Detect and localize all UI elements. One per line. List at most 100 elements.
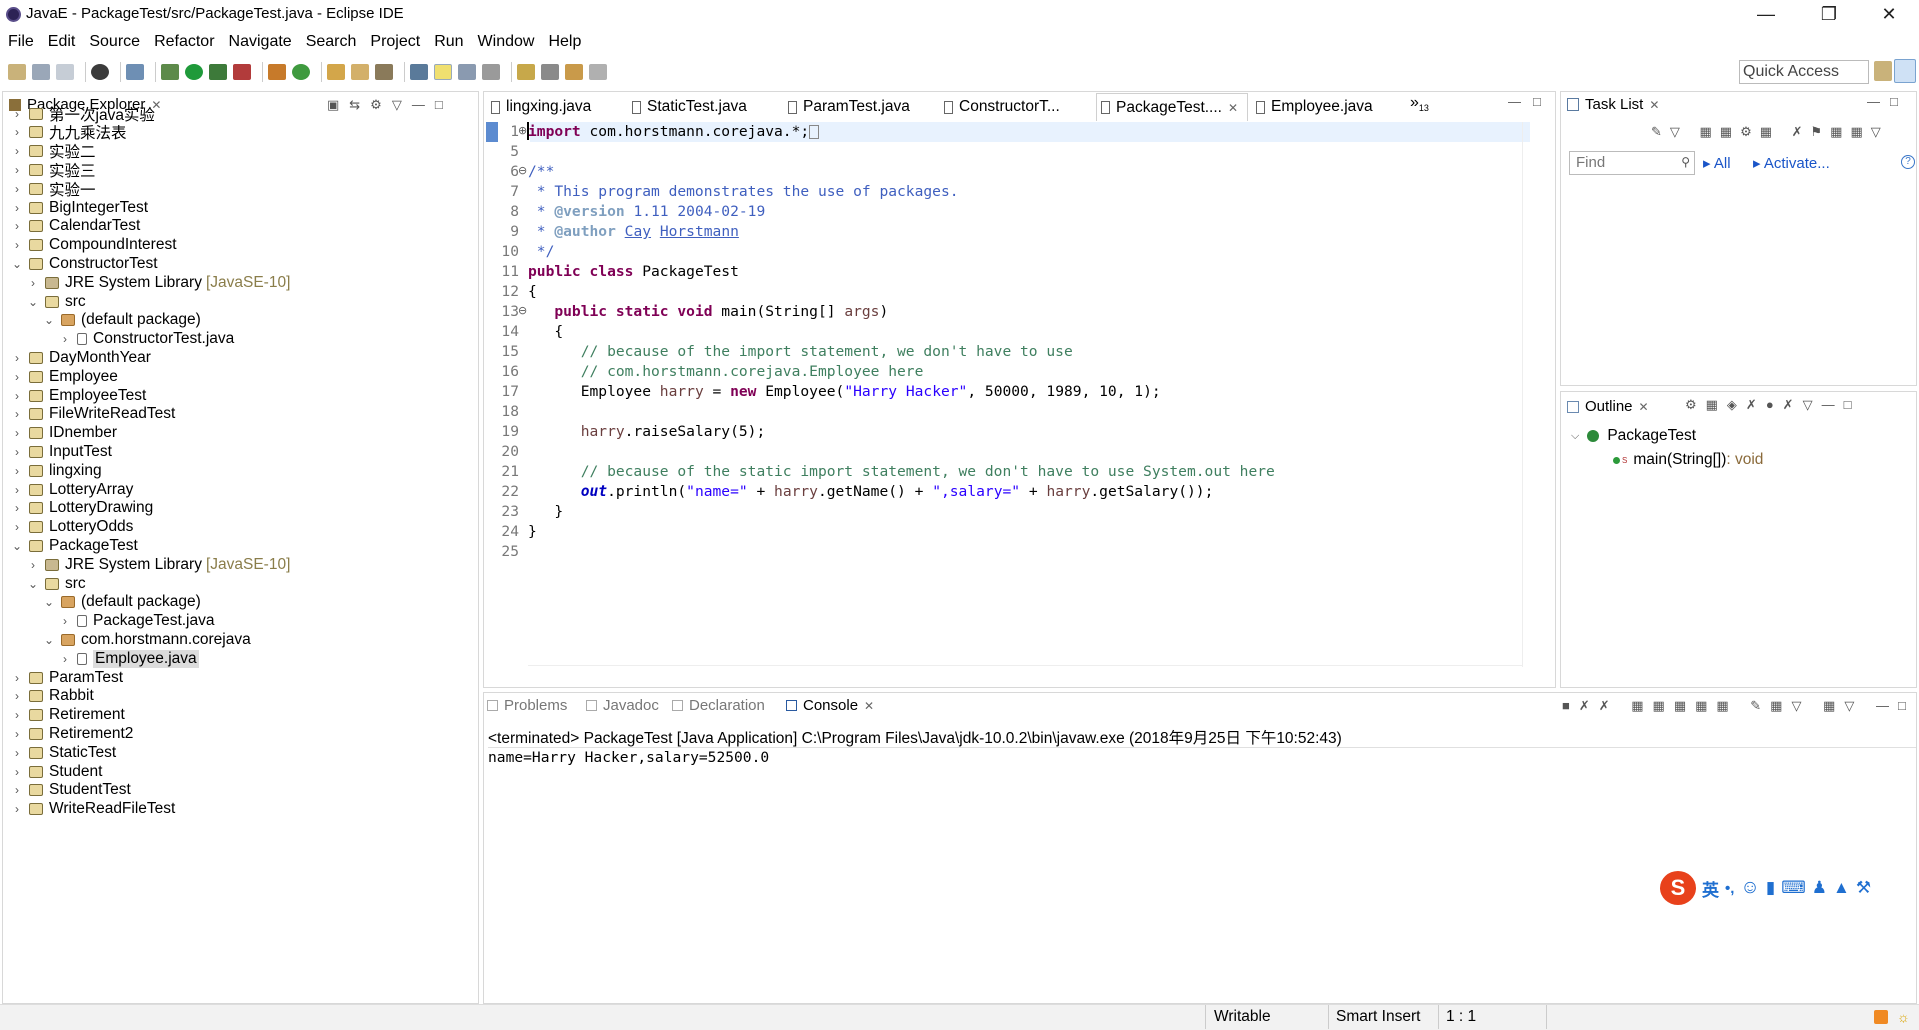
expand-arrow-icon[interactable]: › [11, 107, 23, 121]
editor-tab[interactable]: ParamTest.java [784, 93, 936, 121]
task-list-tab[interactable]: Task List ✕ [1567, 96, 1659, 113]
menu-source[interactable]: Source [89, 33, 140, 51]
forward-icon[interactable] [589, 64, 607, 80]
skip-breakpoints-icon[interactable] [126, 64, 144, 80]
ime-toolbar[interactable]: S 英 •, ☺ ▮ ⌨ ♟ ▲ ⚒ [1660, 868, 1916, 908]
editor-min-max-buttons[interactable]: —□ [1508, 94, 1553, 109]
open-task-icon[interactable] [351, 64, 369, 80]
editor-tab[interactable]: PackageTest.... ✕ [1096, 93, 1248, 121]
menu-refactor[interactable]: Refactor [154, 33, 214, 51]
menu-navigate[interactable]: Navigate [229, 33, 292, 51]
code-area[interactable]: import com.horstmann.corejava.*; /** * T… [528, 122, 1528, 562]
expand-arrow-icon[interactable]: › [11, 671, 23, 685]
emoji-icon[interactable]: ☺ [1740, 877, 1759, 899]
collapse-arrow-icon[interactable]: ⌄ [43, 595, 55, 609]
expand-arrow-icon[interactable]: › [11, 746, 23, 760]
fold-expand-icon[interactable]: ⊕ [518, 124, 527, 137]
console-toolbar[interactable]: ■✗✗ ▦▦▦▦▦ ✎▦▽ ▦▽ —□ [1562, 698, 1915, 714]
close-tab-icon[interactable]: ✕ [864, 699, 874, 713]
user-icon[interactable]: ♟ [1812, 878, 1827, 898]
task-filter-all-link[interactable]: ▸ All [1703, 154, 1731, 172]
task-find-input[interactable]: Find ⚲ [1569, 151, 1695, 175]
fold-collapse-icon[interactable]: ⊖ [518, 164, 527, 177]
previous-annotation-icon[interactable] [541, 64, 559, 80]
expand-arrow-icon[interactable]: › [11, 144, 23, 158]
new-icon[interactable] [8, 64, 26, 80]
expand-arrow-icon[interactable]: › [11, 201, 23, 215]
bottom-tab[interactable]: Declaration [672, 697, 765, 714]
keyboard-icon[interactable]: ⌨ [1781, 878, 1806, 898]
editor-tab[interactable]: StaticTest.java [628, 93, 780, 121]
minimize-button[interactable]: — [1736, 0, 1796, 30]
expand-arrow-icon[interactable]: › [11, 370, 23, 384]
help-icon[interactable]: ? [1901, 155, 1915, 169]
ime-mode[interactable]: 英 [1702, 876, 1719, 901]
tab-overflow-button[interactable]: »13 [1410, 94, 1429, 113]
expand-arrow-icon[interactable]: › [11, 407, 23, 421]
collapse-arrow-icon[interactable]: ⌄ [43, 633, 55, 647]
collapse-arrow-icon[interactable]: ⌄ [43, 313, 55, 327]
collapse-arrow-icon[interactable]: ⌄ [11, 539, 23, 553]
menu-file[interactable]: File [8, 33, 34, 51]
expand-arrow-icon[interactable]: › [11, 765, 23, 779]
expand-arrow-icon[interactable]: › [11, 783, 23, 797]
debug-icon[interactable] [161, 64, 179, 80]
expand-arrow-icon[interactable]: › [59, 614, 71, 628]
restore-button[interactable]: ❐ [1799, 0, 1859, 30]
quick-access-input[interactable]: Quick Access [1739, 60, 1869, 84]
fold-collapse-icon[interactable]: ⊖ [518, 304, 527, 317]
open-type-icon[interactable] [327, 64, 345, 80]
expand-arrow-icon[interactable]: › [59, 652, 71, 666]
editor-vertical-scrollbar[interactable] [1522, 122, 1540, 667]
menu-help[interactable]: Help [548, 33, 581, 51]
close-tab-icon[interactable]: ✕ [1649, 98, 1659, 112]
close-tab-icon[interactable]: ✕ [1639, 400, 1649, 414]
insert-mode-status[interactable]: Smart Insert [1336, 1008, 1420, 1026]
menu-run[interactable]: Run [434, 33, 463, 51]
expand-arrow-icon[interactable]: › [11, 351, 23, 365]
expand-arrow-icon[interactable]: › [11, 708, 23, 722]
expand-arrow-icon[interactable]: › [11, 238, 23, 252]
search-icon[interactable] [375, 64, 393, 80]
close-tab-icon[interactable]: ✕ [1228, 101, 1238, 115]
profile-icon[interactable] [91, 64, 109, 80]
expand-arrow-icon[interactable]: › [11, 727, 23, 741]
collapse-arrow-icon[interactable]: ⌄ [27, 295, 39, 309]
new-java-class-icon[interactable] [292, 64, 310, 80]
menu-search[interactable]: Search [306, 33, 357, 51]
save-icon[interactable] [32, 64, 50, 80]
microphone-icon[interactable]: ▮ [1766, 878, 1775, 898]
console-output[interactable]: name=Harry Hacker,salary=52500.0 [488, 749, 769, 766]
editor-tab[interactable]: lingxing.java [487, 93, 625, 121]
expand-arrow-icon[interactable]: › [11, 182, 23, 196]
rss-icon[interactable] [1874, 1010, 1888, 1024]
mark-occurrences-icon[interactable] [434, 64, 452, 80]
expand-arrow-icon[interactable]: › [11, 389, 23, 403]
expand-arrow-icon[interactable]: › [11, 501, 23, 515]
task-list-toolbar[interactable]: ✎▽ ▦▦⚙▦ ✗⚑▦▦▽ [1651, 124, 1889, 140]
package-explorer-view-toolbar[interactable]: ▣⇆⚙▽—□ [327, 97, 453, 113]
menu-window[interactable]: Window [478, 33, 535, 51]
outline-tab[interactable]: Outline ✕ [1567, 398, 1649, 415]
task-list-min-max-buttons[interactable]: —□ [1867, 94, 1908, 109]
editor-horizontal-scrollbar[interactable] [528, 665, 1523, 683]
lightbulb-icon[interactable]: ☼ [1897, 1009, 1910, 1025]
expand-arrow-icon[interactable]: › [11, 163, 23, 177]
bottom-tab[interactable]: Problems [487, 697, 567, 714]
show-whitespace-icon[interactable] [482, 64, 500, 80]
external-tools-icon[interactable] [233, 64, 251, 80]
sogou-logo-icon[interactable]: S [1660, 871, 1696, 905]
tree-item[interactable]: › WriteReadFileTest [11, 798, 175, 821]
expand-arrow-icon[interactable]: › [11, 802, 23, 816]
run-icon[interactable] [185, 64, 203, 80]
expand-arrow-icon[interactable]: › [11, 426, 23, 440]
expand-arrow-icon[interactable]: › [11, 464, 23, 478]
editor-tab[interactable]: Employee.java [1252, 93, 1392, 121]
save-all-icon[interactable] [56, 64, 74, 80]
expand-arrow-icon[interactable]: › [11, 219, 23, 233]
open-perspective-icon[interactable] [1874, 61, 1892, 81]
bottom-tab[interactable]: Console ✕ [786, 697, 874, 714]
task-activate-link[interactable]: ▸ Activate... [1753, 154, 1830, 172]
menu-edit[interactable]: Edit [48, 33, 76, 51]
next-annotation-icon[interactable] [517, 64, 535, 80]
